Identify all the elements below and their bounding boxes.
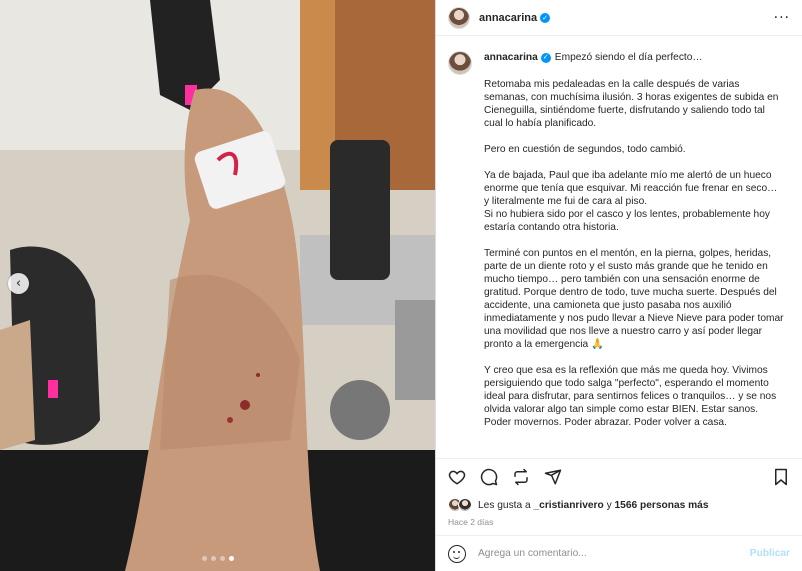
action-bar [436, 458, 802, 494]
post-photo [0, 0, 435, 571]
likes-count[interactable]: 1566 personas más [615, 500, 709, 511]
avatar[interactable] [448, 51, 472, 75]
post-username[interactable]: annacarina [479, 12, 537, 24]
caption-first-line: annacarina ✓ Empezó siendo el día perfec… [484, 51, 784, 64]
post-media[interactable]: ‹ [0, 0, 435, 571]
likes-prefix: Les gusta a [478, 499, 534, 511]
bookmark-icon[interactable] [772, 468, 790, 486]
caption-paragraph: Pero en cuestión de segundos, todo cambi… [484, 144, 686, 155]
repost-icon[interactable] [512, 468, 530, 486]
carousel-indicator [0, 556, 435, 561]
post-header: annacarina ✓ ··· [436, 0, 802, 36]
likes-middle: y [603, 499, 615, 511]
carousel-dot [210, 556, 216, 561]
likes-row: Les gusta a _cristianrivero y 1566 perso… [436, 495, 802, 515]
send-icon[interactable] [544, 468, 562, 486]
more-horizontal-icon[interactable]: ··· [774, 10, 790, 26]
caption-paragraph: Ya de bajada, Paul que iba adelante mío … [484, 170, 778, 233]
post-view: ‹ annacarina ✓ ··· annacarina ✓ Empezó s… [0, 0, 802, 571]
caption-paragraph: Y creo que esa es la reflexión que más m… [484, 365, 777, 428]
caption-body: annacarina ✓ Empezó siendo el día perfec… [484, 51, 784, 429]
carousel-prev-button[interactable]: ‹ [8, 273, 29, 294]
caption-paragraph: Terminé con puntos en el mentón, en la p… [484, 248, 784, 350]
carousel-dot [219, 556, 225, 561]
comment-box: Publicar [436, 535, 802, 571]
comment-icon[interactable] [480, 468, 498, 486]
comment-input[interactable] [478, 548, 750, 559]
likes-text: Les gusta a _cristianrivero y 1566 perso… [478, 500, 709, 511]
caption-paragraph: Retomaba mis pedaleadas en la calle desp… [484, 79, 779, 129]
avatar [458, 498, 472, 512]
publish-button[interactable]: Publicar [750, 548, 790, 559]
likes-user[interactable]: _cristianrivero [534, 500, 604, 511]
verified-icon: ✓ [540, 12, 551, 23]
caption: annacarina ✓ Empezó siendo el día perfec… [448, 51, 790, 429]
carousel-dot-active [228, 556, 234, 561]
avatar[interactable] [448, 6, 470, 29]
chevron-left-icon: ‹ [15, 276, 22, 291]
verified-icon: ✓ [540, 52, 551, 63]
heart-icon[interactable] [448, 468, 466, 486]
carousel-dot [201, 556, 207, 561]
post-side-panel: annacarina ✓ ··· annacarina ✓ Empezó sie… [435, 0, 802, 571]
caption-section: annacarina ✓ Empezó siendo el día perfec… [436, 36, 802, 458]
emoji-icon[interactable] [448, 544, 466, 563]
post-time[interactable]: Hace 2 días [436, 515, 802, 535]
caption-username[interactable]: annacarina [484, 51, 538, 64]
caption-title: Empezó siendo el día perfecto… [554, 52, 703, 63]
